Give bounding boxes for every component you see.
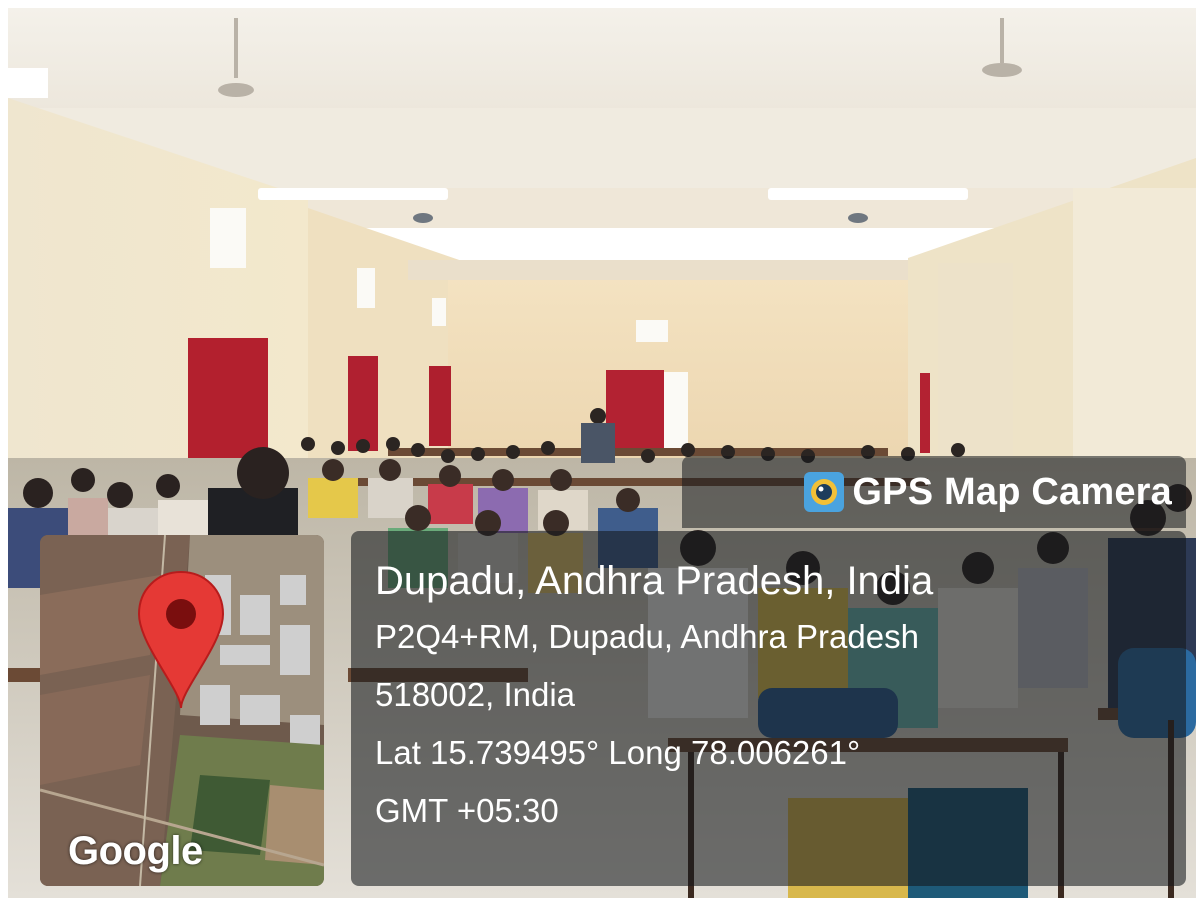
location-info-panel: Dupadu, Andhra Pradesh, India P2Q4+RM, D…: [351, 531, 1186, 886]
address-line-2: 518002, India: [375, 676, 576, 713]
map-thumbnail: Google: [40, 535, 324, 886]
address-line-1: P2Q4+RM, Dupadu, Andhra Pradesh: [375, 618, 919, 655]
camera-lens-icon: [804, 472, 845, 512]
timezone: GMT +05:30: [375, 792, 559, 829]
gps-header: GPS Map Camera: [682, 456, 1186, 528]
map-pin-icon: [137, 570, 225, 709]
location-title: Dupadu, Andhra Pradesh, India: [375, 559, 934, 603]
photo-frame: Google GPS Map Camera Dupadu, Andhra Pra…: [8, 8, 1196, 898]
app-name: GPS Map Camera: [852, 470, 1172, 513]
google-logo: Google: [68, 829, 203, 873]
coordinates: Lat 15.739495° Long 78.006261°: [375, 734, 861, 771]
